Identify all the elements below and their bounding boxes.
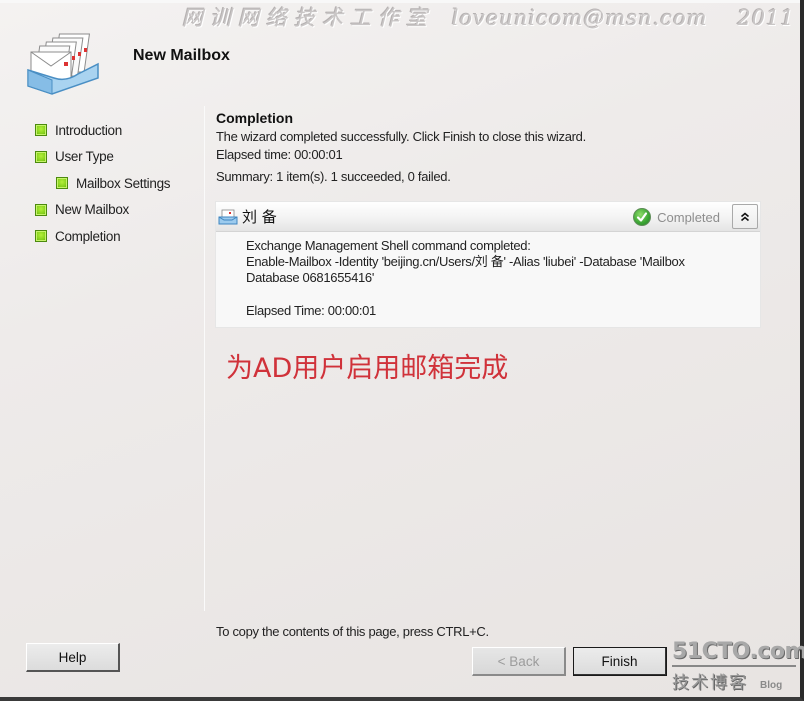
watermark-cn: 技术博客 <box>672 673 748 692</box>
watermark-sub: 技术博客 Blog <box>672 668 798 693</box>
section-title: Completion <box>216 110 293 126</box>
completion-content: Completion The wizard completed successf… <box>216 110 761 184</box>
result-status: Completed <box>633 208 720 226</box>
step-label: Completion <box>55 228 121 244</box>
mailbox-tray-icon <box>27 33 99 95</box>
step-user-type[interactable]: User Type <box>35 144 170 171</box>
check-circle-icon <box>633 208 652 226</box>
step-complete-icon <box>35 124 47 137</box>
step-complete-icon <box>35 230 47 243</box>
result-line-2: Enable-Mailbox -Identity 'beijing.cn/Use… <box>246 254 685 269</box>
result-panel: 刘 备 Completed Exchange Management Shell … <box>215 201 761 328</box>
copy-hint: To copy the contents of this page, press… <box>216 624 489 639</box>
step-introduction[interactable]: Introduction <box>35 117 170 144</box>
result-details: Exchange Management Shell command comple… <box>216 232 760 319</box>
result-line-3: Database 0681655416' <box>246 270 375 285</box>
top-watermark: 网训网络技术工作室 loveunicom@msn.com 2011 <box>182 2 795 32</box>
new-mailbox-wizard-window: 网训网络技术工作室 loveunicom@msn.com 2011 New Ma… <box>0 0 804 701</box>
step-label: Introduction <box>55 122 122 138</box>
annotation-text: 为AD用户启用邮箱完成 <box>226 353 509 384</box>
watermark-chinese: 网训网络技术工作室 <box>182 6 434 30</box>
double-chevron-up-icon <box>740 211 750 221</box>
watermark-year: 2011 <box>737 6 795 30</box>
status-text: Completed <box>657 209 720 225</box>
mailbox-small-icon <box>218 209 238 224</box>
finish-button[interactable]: Finish <box>573 647 667 676</box>
help-button[interactable]: Help <box>26 643 120 672</box>
wizard-title: New Mailbox <box>133 47 230 64</box>
step-complete-icon <box>35 203 47 216</box>
collapse-button[interactable] <box>732 204 758 229</box>
step-new-mailbox[interactable]: New Mailbox <box>35 197 170 224</box>
51cto-watermark: 51CTO.com 技术博客 Blog <box>672 639 804 696</box>
step-label: New Mailbox <box>55 202 129 218</box>
step-label: Mailbox Settings <box>76 175 171 191</box>
elapsed-time: Elapsed time: 00:00:01 <box>216 147 343 162</box>
watermark-rule <box>672 665 796 667</box>
summary-text: Summary: 1 item(s). 1 succeeded, 0 faile… <box>216 169 451 184</box>
result-item-name: 刘 备 <box>242 208 277 226</box>
watermark-logo-text: 51CTO.com <box>672 639 804 664</box>
wizard-steps: Introduction User Type Mailbox Settings … <box>35 117 171 250</box>
step-complete-icon <box>35 150 47 163</box>
result-header: 刘 备 Completed <box>216 202 760 232</box>
vertical-divider <box>204 106 205 611</box>
completion-message: The wizard completed successfully. Click… <box>216 129 586 144</box>
step-mailbox-settings[interactable]: Mailbox Settings <box>35 170 171 197</box>
step-completion[interactable]: Completion <box>35 223 170 250</box>
watermark-email: loveunicom@msn.com <box>451 6 708 30</box>
watermark-blog: Blog <box>760 680 783 691</box>
step-complete-icon <box>56 177 68 190</box>
back-button[interactable]: < Back <box>472 647 566 676</box>
step-label: User Type <box>55 149 114 165</box>
result-line-1: Exchange Management Shell command comple… <box>246 238 531 253</box>
result-elapsed: Elapsed Time: 00:00:01 <box>246 303 376 318</box>
